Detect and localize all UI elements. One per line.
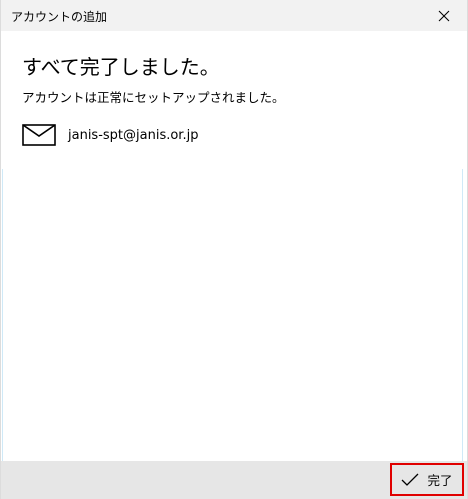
checkmark-icon <box>401 473 419 487</box>
mail-icon <box>22 123 56 147</box>
window-title: アカウントの追加 <box>11 10 108 24</box>
status-message: アカウントは正常にセットアップされました。 <box>22 90 285 105</box>
account-item[interactable]: janis-spt@janis.or.jp <box>22 123 198 147</box>
empty-list-area <box>2 169 463 462</box>
close-icon <box>438 10 450 21</box>
add-account-window: アカウントの追加 すべて完了しました。 アカウントは正常にセットアップされました… <box>0 0 468 499</box>
done-button[interactable]: 完了 <box>390 463 464 496</box>
footer-bar: 完了 <box>1 461 467 499</box>
title-bar: アカウントの追加 <box>1 0 467 31</box>
close-button[interactable] <box>421 0 467 31</box>
content-area: すべて完了しました。 アカウントは正常にセットアップされました。 janis-s… <box>1 31 467 462</box>
done-button-label: 完了 <box>427 473 453 488</box>
page-title: すべて完了しました。 <box>22 55 220 79</box>
account-email: janis-spt@janis.or.jp <box>68 127 199 143</box>
